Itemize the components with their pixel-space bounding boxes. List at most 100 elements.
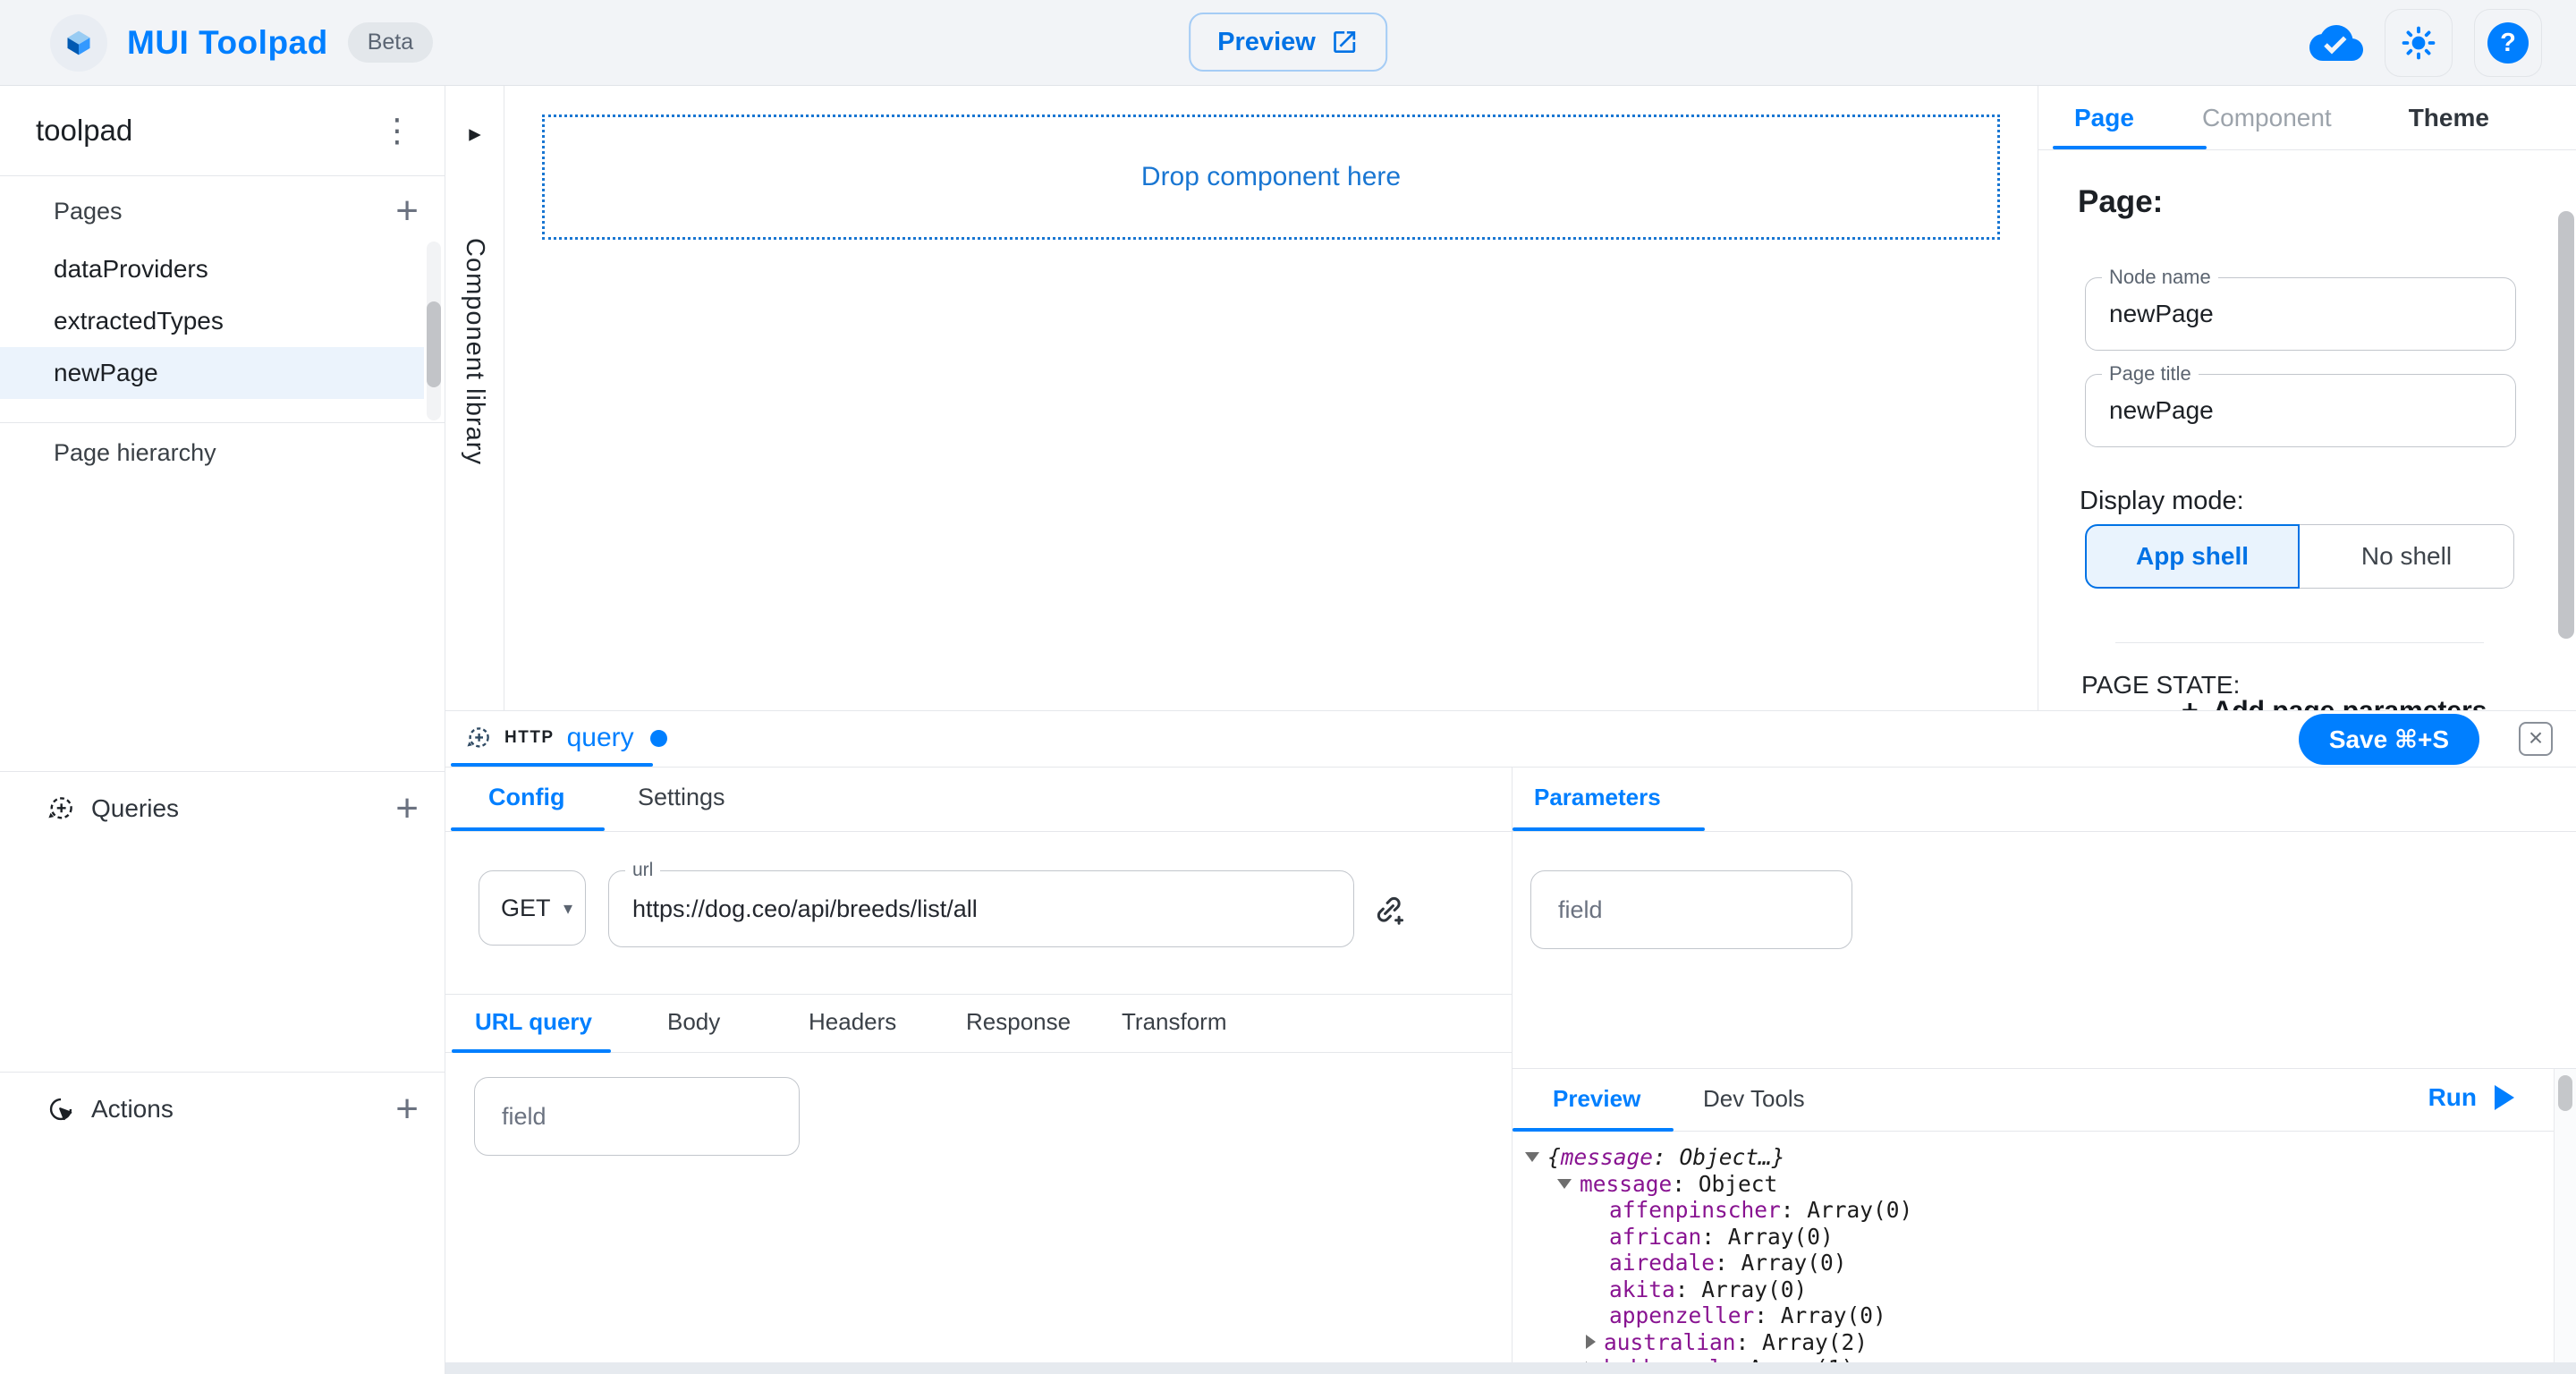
expand-icon[interactable] <box>1586 1335 1596 1349</box>
tab-config[interactable]: Config <box>488 784 564 811</box>
tab-page[interactable]: Page <box>2074 104 2134 132</box>
query-tab[interactable]: HTTP query <box>465 711 667 765</box>
method-select[interactable]: GET ▾ <box>479 870 586 946</box>
sidebar-item-dataproviders[interactable]: dataProviders <box>0 243 424 295</box>
chevron-down-icon: ▾ <box>564 897 572 920</box>
result-preview-section: Preview Dev Tools Run {message: Object…} <box>1513 1068 2576 1374</box>
preview-scrollbar-thumb[interactable] <box>2558 1075 2572 1111</box>
config-tab-indicator <box>451 827 605 831</box>
collapse-icon[interactable] <box>1557 1179 1572 1189</box>
json-leaf-row: akita: Array(0) <box>1513 1276 2540 1303</box>
toggle-app-shell[interactable]: App shell <box>2085 524 2300 589</box>
tab-transform[interactable]: Transform <box>1122 1008 1227 1036</box>
tab-settings[interactable]: Settings <box>638 784 725 811</box>
tab-dev-tools[interactable]: Dev Tools <box>1703 1085 1805 1113</box>
query-result-pane: Parameters Preview Dev Tools Run <box>1513 768 2576 1374</box>
json-leaf-row: airedale: Array(0) <box>1513 1250 2540 1276</box>
divider <box>0 175 445 176</box>
actions-section-label: Actions <box>91 1095 174 1124</box>
divider <box>0 422 445 423</box>
sidebar-item-extractedtypes[interactable]: extractedTypes <box>0 295 424 347</box>
component-library-strip[interactable]: ▸ Component library <box>445 86 504 710</box>
horizontal-scrollbar-track[interactable] <box>445 1362 2576 1374</box>
collapse-icon[interactable] <box>1525 1152 1539 1162</box>
play-icon <box>2495 1085 2514 1110</box>
tab-headers[interactable]: Headers <box>809 1008 896 1036</box>
top-bar: MUI Toolpad Beta Preview <box>0 0 2576 86</box>
tab-component[interactable]: Component <box>2202 104 2332 132</box>
theme-toggle-button[interactable] <box>2385 9 2453 77</box>
tab-url-query[interactable]: URL query <box>475 1008 592 1036</box>
url-query-field[interactable] <box>474 1077 800 1156</box>
add-page-parameters-label: Add page parameters <box>2213 696 2487 711</box>
url-query-tab-indicator <box>452 1049 611 1053</box>
url-field[interactable]: url <box>608 870 1354 947</box>
queries-section-label: Queries <box>91 794 179 823</box>
help-button[interactable]: ? <box>2474 9 2542 77</box>
save-button[interactable]: Save ⌘+S <box>2299 714 2479 765</box>
tab-parameters[interactable]: Parameters <box>1534 784 1661 811</box>
queries-icon <box>47 794 75 823</box>
display-mode-toggle: App shell No shell <box>2085 524 2514 589</box>
query-tab-indicator <box>451 763 653 767</box>
toolpad-logo-icon <box>50 14 107 72</box>
page-hierarchy-label[interactable]: Page hierarchy <box>54 439 216 467</box>
json-expandable-row[interactable]: australian: Array(2) <box>1513 1329 2540 1356</box>
json-message-row[interactable]: message: Object <box>1513 1171 2540 1198</box>
tab-theme[interactable]: Theme <box>2409 104 2489 132</box>
pages-scrollbar-thumb[interactable] <box>427 301 441 387</box>
query-name-label: query <box>567 723 634 753</box>
page-item-label: dataProviders <box>54 255 208 284</box>
preview-button-label: Preview <box>1217 28 1316 57</box>
actions-icon <box>47 1095 75 1124</box>
node-name-field[interactable]: Node name <box>2085 277 2516 351</box>
url-query-field-input[interactable] <box>475 1078 799 1155</box>
page-canvas: Drop component here <box>504 86 2038 710</box>
add-binding-icon[interactable] <box>1372 893 1406 927</box>
result-json-tree: {message: Object…} message: Object affen… <box>1513 1144 2540 1374</box>
url-input[interactable] <box>609 871 1353 946</box>
project-menu-button[interactable]: ⋮ <box>381 112 413 149</box>
light-mode-icon <box>2400 24 2437 62</box>
page-title-label: Page title <box>2102 362 2199 386</box>
tab-preview[interactable]: Preview <box>1553 1085 1640 1113</box>
inspector-heading: Page: <box>2078 184 2163 220</box>
tab-response[interactable]: Response <box>966 1008 1071 1036</box>
toggle-no-shell[interactable]: No shell <box>2300 524 2514 589</box>
preview-tab-indicator <box>1513 1128 1674 1132</box>
query-protocol-label: HTTP <box>504 728 555 748</box>
project-name: toolpad <box>36 114 132 148</box>
page-title-input[interactable] <box>2086 375 2515 446</box>
divider <box>0 1072 445 1073</box>
add-action-button[interactable]: + <box>395 1091 419 1127</box>
inspector-scrollbar-thumb[interactable] <box>2558 211 2574 639</box>
preview-scrollbar-track[interactable] <box>2554 1069 2576 1374</box>
page-title-field[interactable]: Page title <box>2085 374 2516 447</box>
url-field-label: url <box>625 859 660 882</box>
add-page-parameters-button[interactable]: + Add page parameters <box>2182 694 2487 710</box>
drop-zone[interactable]: Drop component here <box>542 114 2000 240</box>
expand-library-icon[interactable]: ▸ <box>445 120 504 148</box>
preview-button[interactable]: Preview <box>1189 13 1387 72</box>
beta-badge: Beta <box>348 22 433 63</box>
cloud-done-icon <box>2309 16 2363 70</box>
method-value: GET <box>501 895 551 922</box>
parameters-tab-indicator <box>1513 827 1705 831</box>
add-query-button[interactable]: + <box>395 791 419 827</box>
tab-body[interactable]: Body <box>667 1008 720 1036</box>
open-in-new-icon <box>1330 28 1359 56</box>
mui-toolpad-app: MUI Toolpad Beta Preview <box>0 0 2576 1374</box>
close-panel-button[interactable]: × <box>2519 722 2553 756</box>
page-item-label: newPage <box>54 359 158 387</box>
unsaved-dot <box>650 730 667 747</box>
query-tabs-header: HTTP query Save ⌘+S × <box>445 711 2576 768</box>
node-name-input[interactable] <box>2086 278 2515 350</box>
parameters-field-input[interactable] <box>1531 871 1852 948</box>
run-button[interactable]: Run <box>2428 1083 2514 1112</box>
sidebar-item-newpage[interactable]: newPage <box>0 347 424 399</box>
json-root-row[interactable]: {message: Object…} <box>1513 1144 2540 1171</box>
query-editor-panel: HTTP query Save ⌘+S × Config Settings GE… <box>445 710 2576 1374</box>
add-page-button[interactable]: + <box>395 193 419 229</box>
parameters-field[interactable] <box>1530 870 1852 949</box>
save-button-label: Save ⌘+S <box>2329 725 2449 754</box>
